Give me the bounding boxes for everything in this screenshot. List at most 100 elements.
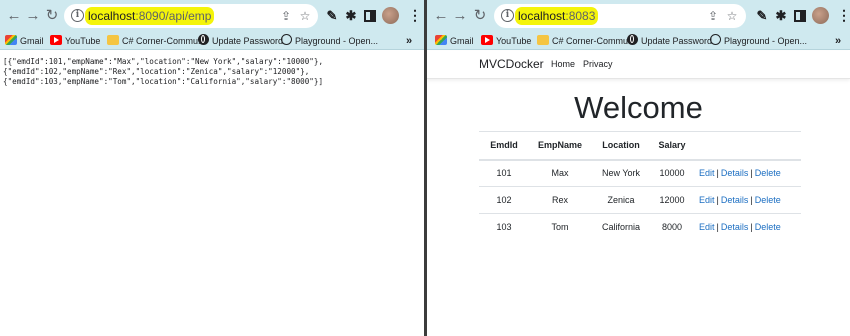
table-row: 101 Max New York 10000 Edit | Details | Dele…	[479, 159, 801, 187]
menu-kebab-icon[interactable]: ⋮	[408, 8, 422, 30]
column-header-actions	[693, 131, 801, 161]
site-brand-link[interactable]: MVCDocker	[479, 57, 544, 71]
details-link[interactable]: Details	[721, 222, 749, 232]
url-text[interactable]: localhost:8090/api/emp	[85, 7, 215, 25]
bookmark-youtube[interactable]: YouTube	[50, 34, 100, 48]
globe-icon	[627, 34, 638, 45]
right-browser-window: ← → ↻ i localhost:8083 ⇪ ☆ ✎ ✱ ⋮ Gmail Y…	[427, 0, 850, 336]
bookmark-label: YouTube	[65, 36, 101, 46]
edit-link[interactable]: Edit	[699, 168, 715, 178]
site-info-icon[interactable]: i	[71, 9, 84, 22]
site-info-icon[interactable]: i	[501, 9, 514, 22]
folder-icon	[537, 35, 549, 45]
share-icon[interactable]: ⇪	[705, 8, 721, 24]
menu-kebab-icon[interactable]: ⋮	[837, 8, 850, 30]
forward-arrow-icon[interactable]: →	[23, 6, 43, 26]
bookmark-label: Playground - Open...	[295, 36, 379, 46]
share-icon[interactable]: ⇪	[278, 8, 294, 24]
cell-location: California	[591, 213, 651, 241]
cell-empname: Max	[529, 159, 591, 187]
bookmark-star-icon[interactable]: ☆	[297, 8, 313, 24]
bookmarks-more-icon[interactable]: »	[406, 34, 412, 48]
side-panel-icon[interactable]	[364, 10, 376, 22]
globe-icon	[198, 34, 209, 45]
pen-extension-icon[interactable]: ✎	[324, 8, 340, 24]
reload-icon[interactable]: ↻	[470, 6, 490, 26]
address-bar[interactable]: i localhost:8083 ⇪ ☆	[494, 4, 746, 28]
bookmark-csharp-corner[interactable]: C# Corner-Commu...	[537, 34, 636, 48]
youtube-icon	[50, 35, 62, 45]
column-header-location: Location	[591, 131, 651, 161]
url-host: localhost	[518, 9, 566, 23]
side-panel-icon[interactable]	[794, 10, 806, 22]
back-arrow-icon[interactable]: ←	[431, 6, 451, 26]
json-line: {"emdId":102,"empName":"Rex","location":…	[3, 67, 310, 76]
details-link[interactable]: Details	[721, 195, 749, 205]
page-title: Welcome	[574, 90, 703, 125]
bookmark-playground[interactable]: Playground - Open...	[710, 34, 807, 48]
delete-link[interactable]: Delete	[755, 195, 781, 205]
table-row: 102 Rex Zenica 12000 Edit | Details | Delete	[479, 186, 801, 214]
bookmarks-bar: Gmail YouTube C# Corner-Commu... Update …	[427, 32, 850, 50]
nav-link-home[interactable]: Home	[551, 59, 575, 69]
url-host: localhost	[88, 9, 136, 23]
cell-salary: 8000	[651, 213, 693, 241]
reload-icon[interactable]: ↻	[42, 6, 62, 26]
extensions-puzzle-icon[interactable]: ✱	[343, 8, 359, 24]
browser-toolbar: ← → ↻ i localhost:8083 ⇪ ☆ ✎ ✱ ⋮	[427, 0, 850, 32]
column-header-salary: Salary	[651, 131, 693, 161]
cell-empname: Tom	[529, 213, 591, 241]
back-arrow-icon[interactable]: ←	[4, 6, 24, 26]
bookmarks-more-icon[interactable]: »	[835, 34, 841, 48]
bookmark-star-icon[interactable]: ☆	[724, 8, 740, 24]
delete-link[interactable]: Delete	[755, 222, 781, 232]
delete-link[interactable]: Delete	[755, 168, 781, 178]
cell-emdid: 103	[479, 213, 529, 241]
bookmark-gmail[interactable]: Gmail	[435, 34, 474, 48]
bookmark-label: C# Corner-Commu...	[122, 36, 206, 46]
gmail-icon	[435, 35, 447, 45]
folder-icon	[107, 35, 119, 45]
bookmark-update-password[interactable]: Update Password	[627, 34, 712, 48]
bookmark-gmail[interactable]: Gmail	[5, 34, 44, 48]
bookmark-label: C# Corner-Commu...	[552, 36, 636, 46]
bookmark-playground[interactable]: Playground - Open...	[281, 34, 378, 48]
youtube-icon	[481, 35, 493, 45]
address-bar[interactable]: i localhost:8090/api/emp ⇪ ☆	[64, 4, 318, 28]
gmail-icon	[5, 35, 17, 45]
nav-link-privacy[interactable]: Privacy	[583, 59, 613, 69]
cell-salary: 12000	[651, 186, 693, 214]
edit-link[interactable]: Edit	[699, 195, 715, 205]
cell-actions: Edit | Details | Delete	[693, 159, 801, 187]
openai-icon	[710, 34, 721, 45]
cell-location: New York	[591, 159, 651, 187]
profile-avatar[interactable]	[812, 7, 829, 24]
cell-actions: Edit | Details | Delete	[693, 213, 801, 241]
screen: ← → ↻ i localhost:8090/api/emp ⇪ ☆ ✎ ✱ ⋮…	[0, 0, 850, 336]
column-header-emdid: EmdId	[479, 131, 529, 161]
edit-link[interactable]: Edit	[699, 222, 715, 232]
cell-location: Zenica	[591, 186, 651, 214]
bookmark-label: Playground - Open...	[724, 36, 808, 46]
json-response: [{"emdId":101,"empName":"Max","location"…	[3, 57, 323, 87]
bookmarks-bar: Gmail YouTube C# Corner-Commu... Update …	[0, 32, 424, 50]
cell-empname: Rex	[529, 186, 591, 214]
bookmark-youtube[interactable]: YouTube	[481, 34, 531, 48]
forward-arrow-icon[interactable]: →	[450, 6, 470, 26]
url-text[interactable]: localhost:8083	[515, 7, 599, 25]
cell-actions: Edit | Details | Delete	[693, 186, 801, 214]
pen-extension-icon[interactable]: ✎	[754, 8, 770, 24]
bookmark-update-password[interactable]: Update Password	[198, 34, 283, 48]
bookmark-csharp-corner[interactable]: C# Corner-Commu...	[107, 34, 206, 48]
extensions-puzzle-icon[interactable]: ✱	[773, 8, 789, 24]
bookmark-label: Update Password	[641, 36, 713, 46]
browser-toolbar: ← → ↻ i localhost:8090/api/emp ⇪ ☆ ✎ ✱ ⋮	[0, 0, 424, 32]
details-link[interactable]: Details	[721, 168, 749, 178]
employee-table: EmdId EmpName Location Salary 101 Max Ne…	[479, 131, 801, 241]
url-path: :8090/api/emp	[135, 9, 212, 23]
profile-avatar[interactable]	[382, 7, 399, 24]
bookmark-label: Gmail	[450, 36, 474, 46]
bookmark-label: YouTube	[496, 36, 532, 46]
left-browser-window: ← → ↻ i localhost:8090/api/emp ⇪ ☆ ✎ ✱ ⋮…	[0, 0, 424, 336]
table-row: 103 Tom California 8000 Edit | Details | Del…	[479, 213, 801, 241]
